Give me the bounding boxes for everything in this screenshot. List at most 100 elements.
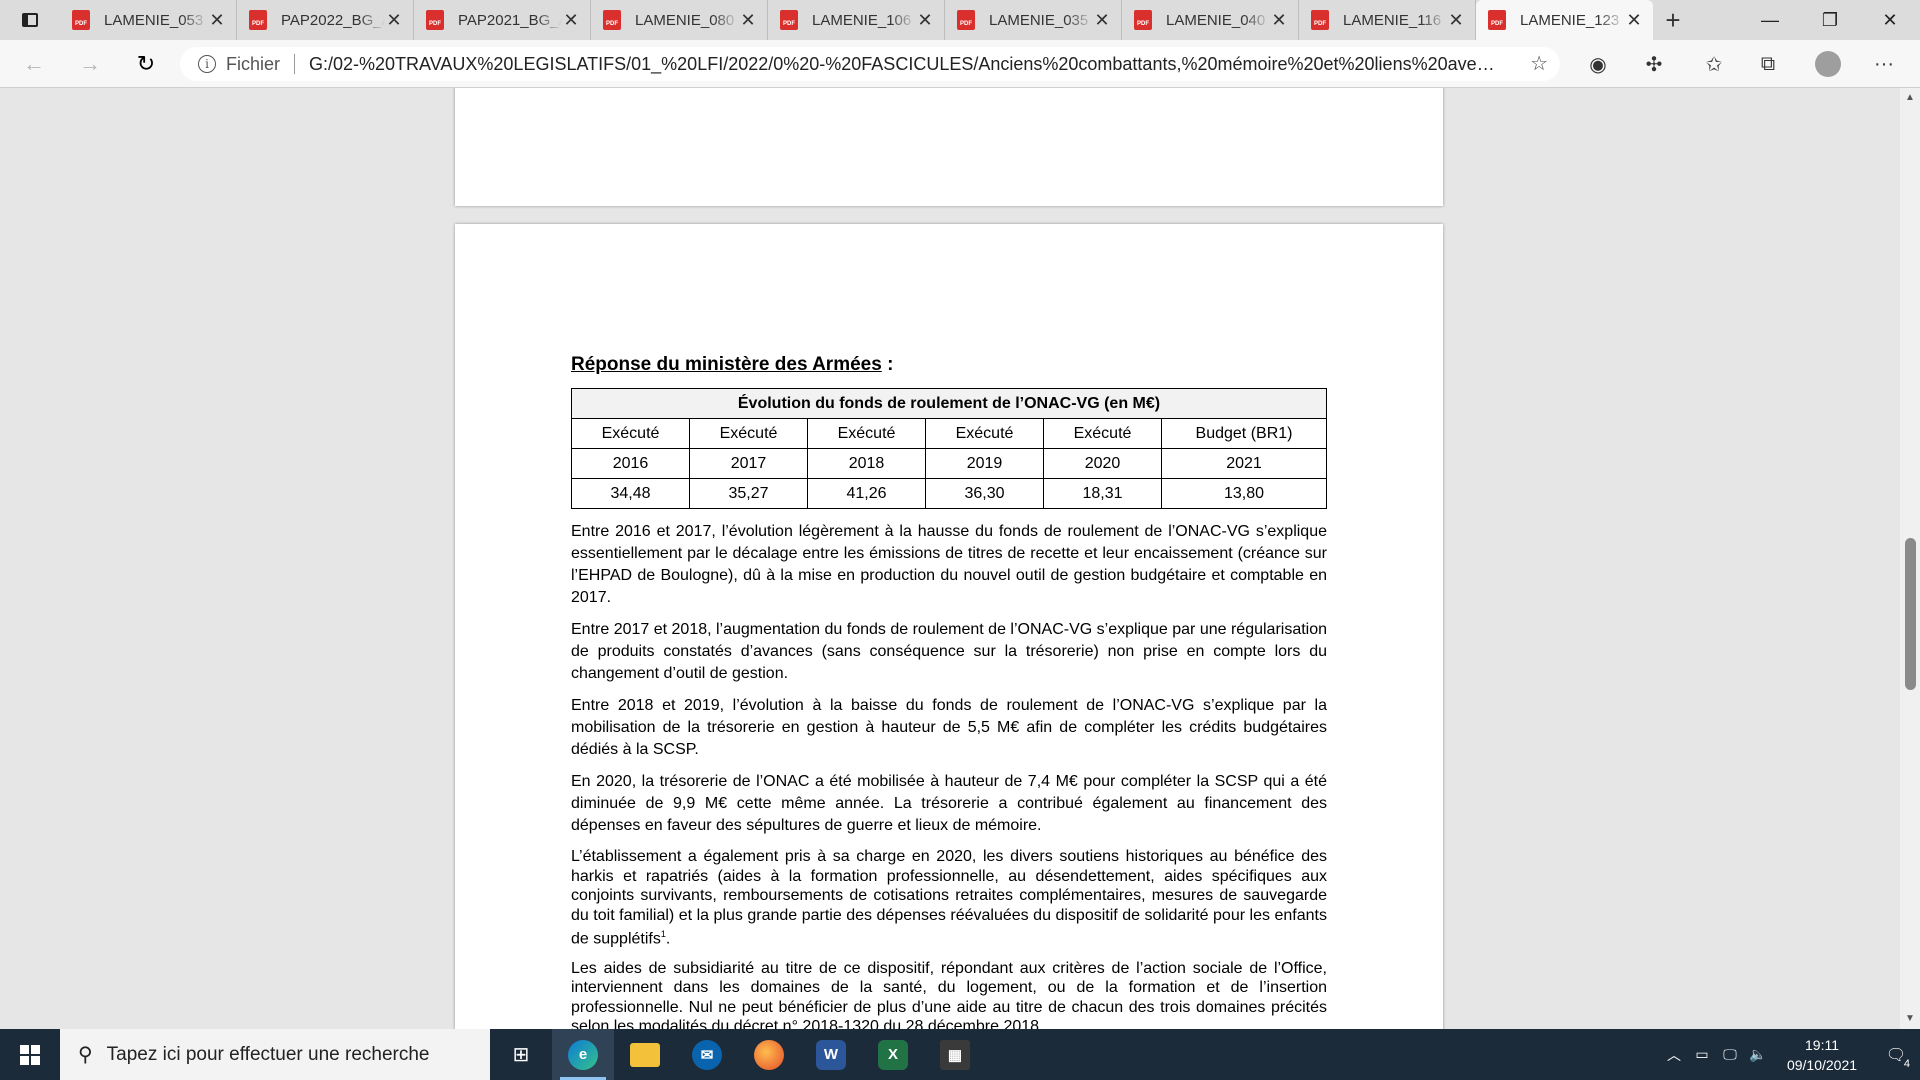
tab-label: LAMENIE_116 <box>1343 11 1442 29</box>
table-row: Exécuté Exécuté Exécuté Exécuté Exécuté … <box>571 418 1327 449</box>
taskbar-search[interactable]: ⚲ Tapez ici pour effectuer une recherche <box>60 1029 490 1080</box>
table-caption: Évolution du fonds de roulement de l’ONA… <box>571 388 1327 419</box>
pdf-icon: PDF <box>249 10 267 30</box>
new-tab-button[interactable]: + <box>1653 0 1693 40</box>
forward-arrow-icon[interactable]: → <box>68 40 112 88</box>
more-options-icon[interactable]: ··· <box>1862 40 1906 88</box>
tab-label: LAMENIE_040 <box>1166 11 1266 29</box>
section-heading-text: Réponse du ministère des Armées <box>571 354 882 375</box>
browser-tab-active[interactable]: PDF LAMENIE_123 ✕ <box>1476 0 1653 40</box>
tab-actions-menu-icon[interactable] <box>0 0 60 40</box>
browser-tab[interactable]: PDF LAMENIE_035 ✕ <box>945 0 1122 40</box>
close-icon[interactable]: ✕ <box>1093 10 1111 31</box>
browser-tab[interactable]: PDF LAMENIE_053 ✕ <box>60 0 237 40</box>
excel-glyph: X <box>878 1039 908 1070</box>
file-explorer-icon[interactable] <box>614 1029 676 1080</box>
tab-strip: PDF LAMENIE_053 ✕ PDF PAP2022_BG_A ✕ PDF… <box>0 0 1920 40</box>
close-window-icon[interactable]: ✕ <box>1860 0 1920 40</box>
browser-tab[interactable]: PDF PAP2021_BG_A ✕ <box>414 0 591 40</box>
windows-logo-icon <box>20 1044 40 1065</box>
table-cell: 2016 <box>571 448 690 479</box>
chevron-up-icon[interactable]: ︿ <box>1660 1045 1688 1065</box>
table-cell: 2021 <box>1161 448 1327 479</box>
fund-table: Évolution du fonds de roulement de l’ONA… <box>571 388 1327 509</box>
vertical-scrollbar[interactable]: ▲ ▼ <box>1900 88 1920 1029</box>
pdf-page <box>455 88 1443 206</box>
notifications-icon[interactable]: 🗨 4 <box>1872 1029 1920 1080</box>
paragraph: Entre 2018 et 2019, l’évolution à la bai… <box>571 697 1327 758</box>
table-cell: 36,30 <box>925 478 1044 509</box>
close-icon[interactable]: ✕ <box>562 10 580 31</box>
scroll-up-arrow-icon[interactable]: ▲ <box>1900 90 1920 106</box>
start-button[interactable] <box>0 1029 60 1080</box>
browser-tab[interactable]: PDF LAMENIE_040 ✕ <box>1122 0 1299 40</box>
url-protocol-label: Fichier <box>226 53 281 74</box>
table-cell: 18,31 <box>1043 478 1162 509</box>
browser-toolbar: ← → ↻ i Fichier G:/02-%20TRAVAUX%20LEGIS… <box>0 40 1920 88</box>
tab-label: PAP2022_BG_A <box>281 11 385 29</box>
section-heading: Réponse du ministère des Armées : <box>571 354 1327 376</box>
favorites-icon[interactable]: ✩ <box>1692 40 1736 88</box>
restore-icon[interactable]: ❐ <box>1800 0 1860 40</box>
table-cell: 34,48 <box>571 478 690 509</box>
battery-icon[interactable]: ▭ <box>1688 1046 1716 1063</box>
tab-label: LAMENIE_080 <box>635 11 735 29</box>
back-arrow-icon[interactable]: ← <box>12 40 56 88</box>
add-favorite-icon[interactable]: ☆ <box>1530 51 1548 76</box>
outlook-icon[interactable]: ✉ <box>676 1029 738 1080</box>
pdf-icon: PDF <box>957 10 975 30</box>
close-icon[interactable]: ✕ <box>1270 10 1288 31</box>
browser-tab[interactable]: PDF LAMENIE_116 ✕ <box>1299 0 1476 40</box>
browser-tab[interactable]: PDF PAP2022_BG_A ✕ <box>237 0 414 40</box>
word-icon[interactable]: W <box>800 1029 862 1080</box>
task-view-icon[interactable]: ⊞ <box>490 1029 552 1080</box>
pdf-viewer[interactable]: Réponse du ministère des Armées : Évolut… <box>0 88 1920 1029</box>
profile-avatar[interactable] <box>1806 40 1850 88</box>
scroll-thumb[interactable] <box>1905 538 1916 690</box>
close-icon[interactable]: ✕ <box>208 10 226 31</box>
scroll-down-arrow-icon[interactable]: ▼ <box>1900 1011 1920 1027</box>
tab-label: LAMENIE_123 <box>1520 11 1620 29</box>
browser-tab[interactable]: PDF LAMENIE_106 ✕ <box>768 0 945 40</box>
info-icon[interactable]: i <box>198 55 216 73</box>
table-cell: Exécuté <box>1043 418 1162 449</box>
collections-icon[interactable]: ⧉ <box>1746 40 1790 88</box>
page-content: Réponse du ministère des Armées : Évolut… <box>571 354 1327 1029</box>
pdf-icon: PDF <box>72 10 90 30</box>
paragraph: Les aides de subsidiarité au titre de ce… <box>571 959 1327 1029</box>
excel-icon[interactable]: X <box>862 1029 924 1080</box>
extensions-icon[interactable]: ✣ <box>1632 40 1676 88</box>
clock-date: 09/10/2021 <box>1786 1056 1858 1073</box>
table-cell: 13,80 <box>1161 478 1327 509</box>
minimize-icon[interactable]: — <box>1740 0 1800 40</box>
paragraph: L’établissement a également pris à sa ch… <box>571 847 1327 949</box>
taskbar-apps: ⊞ e ✉ W X ▦ <box>490 1029 986 1080</box>
network-icon[interactable]: 🖵 <box>1716 1046 1744 1063</box>
notification-count: 4 <box>1903 1058 1910 1070</box>
url-text[interactable]: G:/02-%20TRAVAUX%20LEGISLATIFS/01_%20LFI… <box>309 54 1499 75</box>
volume-icon[interactable]: 🔈 <box>1744 1046 1772 1063</box>
close-icon[interactable]: ✕ <box>1447 10 1465 31</box>
table-cell: 2018 <box>807 448 926 479</box>
tab-list: PDF LAMENIE_053 ✕ PDF PAP2022_BG_A ✕ PDF… <box>60 0 1653 40</box>
refresh-icon[interactable]: ↻ <box>124 40 168 88</box>
close-icon[interactable]: ✕ <box>1625 10 1643 31</box>
table-cell: 2017 <box>689 448 808 479</box>
table-cell: Exécuté <box>571 418 690 449</box>
word-glyph: W <box>816 1039 846 1070</box>
edge-icon[interactable]: e <box>552 1029 614 1080</box>
firefox-icon[interactable] <box>738 1029 800 1080</box>
paragraph: En 2020, la trésorerie de l’ONAC a été m… <box>571 773 1327 834</box>
taskbar-clock[interactable]: 19:11 09/10/2021 <box>1772 1035 1872 1075</box>
calculator-icon[interactable]: ▦ <box>924 1029 986 1080</box>
close-icon[interactable]: ✕ <box>739 10 757 31</box>
address-bar[interactable]: i Fichier G:/02-%20TRAVAUX%20LEGISLATIFS… <box>180 47 1560 81</box>
table-cell: 2020 <box>1043 448 1162 479</box>
browser-tab[interactable]: PDF LAMENIE_080 ✕ <box>591 0 768 40</box>
table-cell: Exécuté <box>925 418 1044 449</box>
close-icon[interactable]: ✕ <box>916 10 934 31</box>
pdf-icon: PDF <box>603 10 621 30</box>
paragraph-period: . <box>665 930 671 948</box>
close-icon[interactable]: ✕ <box>385 10 403 31</box>
read-aloud-icon[interactable]: ◉ <box>1576 40 1620 88</box>
